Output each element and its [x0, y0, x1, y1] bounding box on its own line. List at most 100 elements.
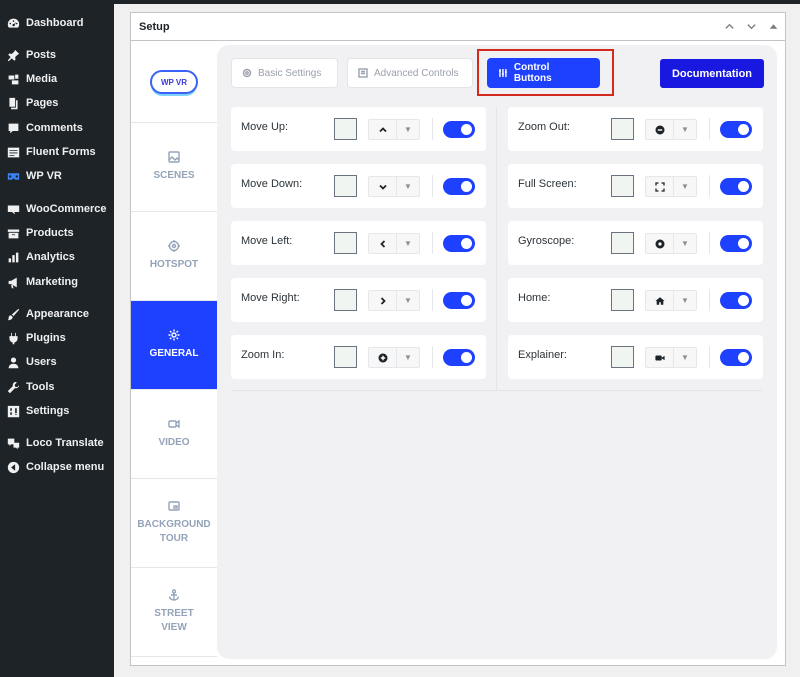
chevron-down-icon: ▼ — [404, 182, 412, 191]
color-picker[interactable] — [334, 118, 357, 140]
icon-select[interactable]: ▼ — [368, 233, 420, 254]
dashboard-icon — [6, 16, 20, 30]
icon-select[interactable]: ▼ — [645, 347, 697, 368]
color-picker[interactable] — [611, 232, 634, 254]
sidebar-item-label: Appearance — [26, 308, 89, 320]
chevron-down-icon: ▼ — [681, 125, 689, 134]
icon-select[interactable]: ▼ — [645, 119, 697, 140]
chevron-down-icon: ▼ — [404, 239, 412, 248]
documentation-button[interactable]: Documentation — [660, 59, 764, 88]
enable-toggle[interactable] — [720, 292, 752, 309]
control-row-home: Home: ▼ — [508, 278, 763, 322]
sidebar-item-plugins[interactable]: Plugins — [0, 327, 114, 349]
fullscreen-icon — [646, 177, 674, 196]
sidebar-item-comments[interactable]: Comments — [0, 117, 114, 139]
icon-select[interactable]: ▼ — [645, 176, 697, 197]
translate-icon — [6, 436, 20, 450]
icon-select[interactable]: ▼ — [645, 290, 697, 311]
enable-toggle[interactable] — [443, 178, 475, 195]
sidebar-item-fluent-forms[interactable]: Fluent Forms — [0, 141, 114, 163]
enable-toggle[interactable] — [443, 121, 475, 138]
picture-in-picture-icon — [168, 501, 180, 511]
chevron-right-icon — [369, 291, 397, 310]
button-label: Documentation — [671, 67, 753, 80]
tab-advanced-controls[interactable]: Advanced Controls — [347, 58, 473, 88]
tab-basic-settings[interactable]: Basic Settings — [231, 58, 338, 88]
sidebar-item-label: Fluent Forms — [26, 146, 96, 158]
icon-select[interactable]: ▼ — [368, 290, 420, 311]
tab-video[interactable]: VIDEO — [131, 390, 217, 479]
move-down-icon[interactable] — [745, 19, 757, 33]
color-picker[interactable] — [611, 175, 634, 197]
separator — [432, 175, 433, 197]
sidebar-item-loco-translate[interactable]: Loco Translate — [0, 432, 114, 454]
move-up-icon[interactable] — [723, 19, 735, 33]
tab-background-tour[interactable]: BACKGROUND TOUR — [131, 479, 217, 568]
sidebar-item-pages[interactable]: Pages — [0, 92, 114, 114]
tab-label: BACKGROUND TOUR — [137, 519, 211, 544]
chevron-down-icon: ▼ — [404, 125, 412, 134]
dot-circle-icon — [646, 234, 674, 253]
sidebar-item-dashboard[interactable]: Dashboard — [0, 12, 114, 34]
pages-icon — [6, 96, 20, 110]
minus-circle-icon — [646, 120, 674, 139]
color-picker[interactable] — [334, 289, 357, 311]
tab-hotspot[interactable]: HOTSPOT — [131, 212, 217, 301]
control-row-gyroscope: Gyroscope: ▼ — [508, 221, 763, 265]
color-picker[interactable] — [334, 232, 357, 254]
plugin-icon — [6, 331, 20, 345]
enable-toggle[interactable] — [443, 235, 475, 252]
sidebar-item-posts[interactable]: Posts — [0, 44, 114, 66]
control-label: Home: — [518, 292, 551, 304]
icon-select[interactable]: ▼ — [368, 119, 420, 140]
icon-select[interactable]: ▼ — [645, 233, 697, 254]
tab-label: Basic Settings — [258, 67, 322, 79]
tab-scenes[interactable]: SCENES — [131, 123, 217, 212]
enable-toggle[interactable] — [443, 349, 475, 366]
sidebar-item-wp-vr[interactable]: WP VR — [0, 165, 114, 187]
sidebar-item-media[interactable]: Media — [0, 68, 114, 90]
target-icon — [168, 240, 180, 252]
control-label: Full Screen: — [518, 178, 577, 190]
sidebar-item-settings[interactable]: Settings — [0, 400, 114, 422]
color-picker[interactable] — [611, 289, 634, 311]
color-picker[interactable] — [334, 346, 357, 368]
sidebar-item-woocommerce[interactable]: WooCommerce — [0, 198, 114, 220]
separator — [709, 289, 710, 311]
sidebar-item-appearance[interactable]: Appearance — [0, 303, 114, 325]
icon-select[interactable]: ▼ — [368, 347, 420, 368]
chart-icon — [6, 250, 20, 264]
user-icon — [6, 355, 20, 369]
sidebar-item-label: WooCommerce — [26, 203, 107, 215]
sidebar-item-products[interactable]: Products — [0, 222, 114, 244]
separator — [432, 118, 433, 140]
enable-toggle[interactable] — [720, 349, 752, 366]
tab-general[interactable]: GENERAL — [131, 301, 217, 390]
gear-icon — [242, 68, 252, 78]
tab-street-view[interactable]: STREET VIEW — [131, 568, 217, 657]
enable-toggle[interactable] — [720, 121, 752, 138]
collapse-toggle-icon[interactable] — [767, 19, 779, 33]
sidebar-item-tools[interactable]: Tools — [0, 376, 114, 398]
sidebar-item-analytics[interactable]: Analytics — [0, 246, 114, 268]
color-picker[interactable] — [611, 346, 634, 368]
sidebar-item-marketing[interactable]: Marketing — [0, 271, 114, 293]
archive-icon — [6, 226, 20, 240]
sidebar-item-label: Dashboard — [26, 17, 84, 29]
grid-icon — [358, 68, 368, 78]
separator — [432, 289, 433, 311]
icon-select[interactable]: ▼ — [368, 176, 420, 197]
tab-label: VIDEO — [158, 437, 190, 448]
brush-icon — [6, 307, 20, 321]
color-picker[interactable] — [334, 175, 357, 197]
color-picker[interactable] — [611, 118, 634, 140]
enable-toggle[interactable] — [720, 235, 752, 252]
vertical-tab-list: WP VR SCENES HOTSPOT GENERAL VIDEO BACKG… — [131, 42, 217, 666]
control-label: Move Up: — [241, 121, 289, 133]
sidebar-item-label: Analytics — [26, 251, 75, 263]
sidebar-item-users[interactable]: Users — [0, 351, 114, 373]
enable-toggle[interactable] — [720, 178, 752, 195]
enable-toggle[interactable] — [443, 292, 475, 309]
top-strip — [114, 0, 800, 4]
sidebar-item-collapse-menu[interactable]: Collapse menu — [0, 456, 114, 478]
